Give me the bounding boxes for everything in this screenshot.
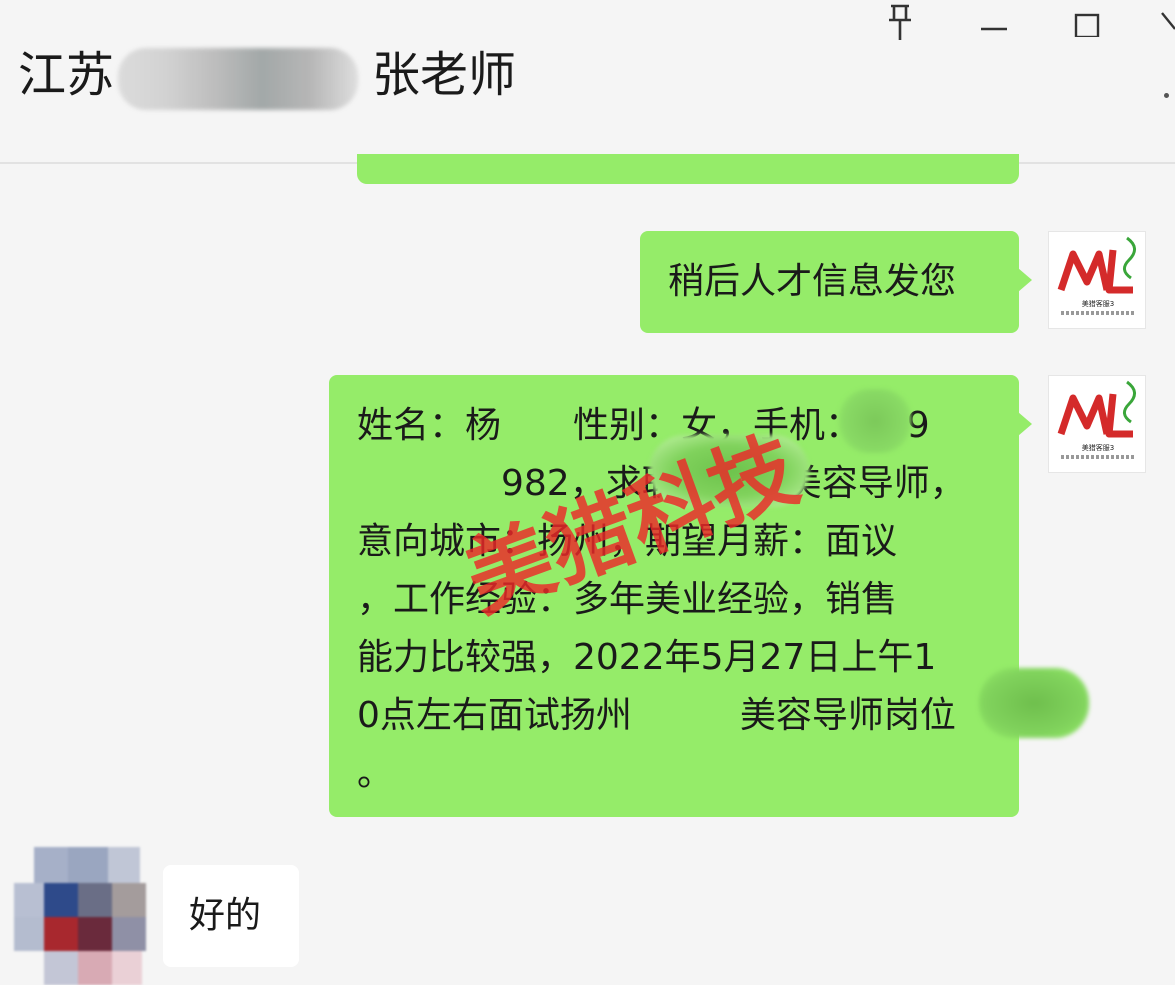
chat-window: 江苏 张老师 稍后人才信息发您 美猎客服3 姓名：杨 性别：女，手机：189 意… <box>0 0 1175 985</box>
close-icon <box>1161 12 1175 30</box>
message-bubble-self[interactable]: 姓名：杨 性别：女，手机：189 982，求职岗位：美容导师， 意向城市：扬州，… <box>329 375 1089 817</box>
close-button[interactable] <box>1150 0 1175 44</box>
avatar[interactable]: 美猎客服3 <box>1048 231 1146 329</box>
avatar-label: 美猎客服3 <box>1081 444 1115 452</box>
message-line: 意向城市：扬州，期望月薪：面议 <box>357 521 898 562</box>
redacted-title-blur <box>118 48 358 110</box>
redacted-phone-blur <box>649 435 809 507</box>
avatar-subtext <box>1061 311 1135 315</box>
pin-button[interactable] <box>872 0 928 44</box>
message-list[interactable]: 稍后人才信息发您 美猎客服3 姓名：杨 性别：女，手机：189 982，求职岗位… <box>0 154 1175 985</box>
avatar-subtext <box>1061 455 1135 459</box>
message-text: 好的 <box>189 895 262 936</box>
chat-title-suffix: 张老师 <box>372 47 517 103</box>
minimize-button[interactable] <box>966 0 1022 44</box>
bubble-tail <box>1018 268 1032 292</box>
ml-logo-icon <box>1057 236 1136 294</box>
minimize-icon <box>981 27 1007 31</box>
redacted-name-blur <box>839 389 911 453</box>
chat-title-prefix: 江苏 <box>18 47 115 103</box>
title-bar: 江苏 张老师 <box>0 0 1175 164</box>
more-options-dot[interactable] <box>1164 93 1169 98</box>
avatar[interactable]: 美猎客服3 <box>1048 375 1146 473</box>
message-line: 0点左右面试扬州 美容导师岗位 <box>357 695 956 736</box>
avatar-other[interactable] <box>14 847 150 985</box>
message-line: 。 <box>357 753 394 794</box>
redacted-company-blur <box>979 668 1089 738</box>
message-text: 稍后人才信息发您 <box>668 261 957 302</box>
message-line: 能力比较强，2022年5月27日上午1 <box>357 637 937 678</box>
previous-message-bubble <box>357 154 1019 184</box>
message-bubble-other[interactable]: 好的 <box>163 865 299 967</box>
ml-logo-icon <box>1057 380 1136 438</box>
pin-icon <box>889 4 911 40</box>
avatar-label: 美猎客服3 <box>1081 300 1115 308</box>
bubble-tail <box>1018 412 1032 436</box>
maximize-button[interactable] <box>1060 0 1116 44</box>
message-line: ，工作经验：多年美业经验，销售 <box>357 579 898 620</box>
maximize-icon <box>1074 13 1100 37</box>
message-bubble-self[interactable]: 稍后人才信息发您 <box>640 231 1019 333</box>
